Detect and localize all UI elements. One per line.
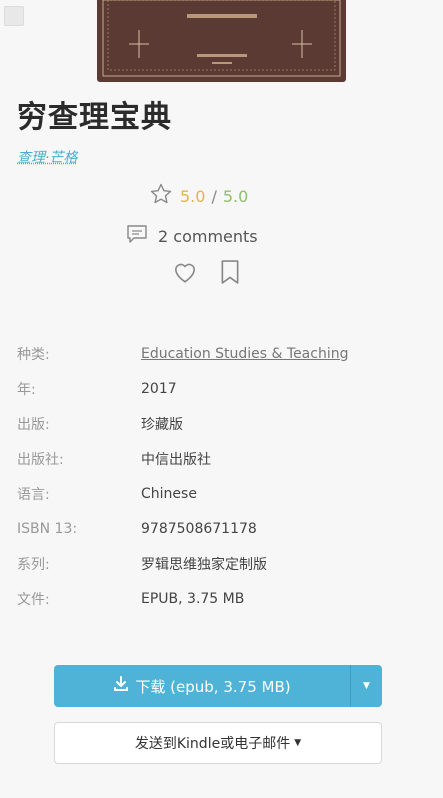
detail-row-year: 年: 2017: [17, 371, 427, 406]
rating-max: 5.0: [222, 186, 249, 206]
rating-separator: /: [211, 186, 217, 206]
detail-row-category: 种类: Education Studies & Teaching: [17, 336, 427, 371]
category-link[interactable]: Education Studies & Teaching: [141, 346, 348, 362]
download-icon: [113, 676, 129, 696]
cover-ornament: [102, 0, 341, 77]
comments-link[interactable]: 2 comments: [126, 224, 258, 248]
bookmark-outline-icon[interactable]: [220, 260, 240, 288]
book-details: 种类: Education Studies & Teaching 年: 2017…: [17, 336, 427, 616]
detail-value: 9787508671178: [141, 520, 257, 537]
detail-value: 2017: [141, 380, 177, 397]
checkbox-placeholder[interactable]: [4, 6, 24, 26]
detail-value: 珍藏版: [141, 416, 183, 433]
book-cover: [97, 0, 346, 82]
caret-down-icon: ▼: [294, 738, 302, 748]
detail-value: 罗辑思维独家定制版: [141, 556, 267, 573]
detail-label: 年:: [17, 381, 36, 398]
detail-row-language: 语言: Chinese: [17, 476, 427, 511]
detail-value: 中信出版社: [141, 451, 211, 468]
heart-outline-icon[interactable]: [172, 260, 198, 288]
detail-row-series: 系列: 罗辑思维独家定制版: [17, 546, 427, 581]
caret-down-icon: ▼: [363, 681, 370, 691]
detail-label: 出版:: [17, 416, 50, 433]
rating-value: 5.0: [180, 186, 206, 206]
download-button-group: 下载 (epub, 3.75 MB) ▼: [54, 665, 382, 707]
detail-row-file: 文件: EPUB, 3.75 MB: [17, 581, 427, 616]
comment-icon: [126, 224, 148, 248]
detail-row-isbn: ISBN 13: 9787508671178: [17, 511, 427, 546]
detail-value: Chinese: [141, 485, 197, 502]
book-title: 穷查理宝典: [17, 100, 172, 135]
book-actions: [172, 260, 240, 288]
author-link[interactable]: 查理·芒格: [17, 147, 77, 167]
kindle-label: 发送到Kindle或电子邮件: [134, 736, 291, 752]
star-outline-icon[interactable]: [148, 182, 174, 210]
comments-label: 2 comments: [158, 226, 258, 246]
detail-row-edition: 出版: 珍藏版: [17, 406, 427, 441]
download-button[interactable]: 下载 (epub, 3.75 MB): [54, 665, 350, 707]
rating: 5.0 / 5.0: [148, 182, 249, 210]
download-label: 下载 (epub, 3.75 MB): [135, 677, 291, 696]
detail-label: 种类:: [17, 346, 50, 363]
detail-row-publisher: 出版社: 中信出版社: [17, 441, 427, 476]
download-options-button[interactable]: ▼: [350, 665, 382, 707]
detail-label: 系列:: [17, 556, 50, 573]
detail-label: 出版社:: [17, 451, 64, 468]
detail-label: ISBN 13:: [17, 520, 78, 537]
detail-value: EPUB, 3.75 MB: [141, 590, 245, 607]
detail-label: 语言:: [17, 486, 50, 503]
send-to-kindle-button[interactable]: 发送到Kindle或电子邮件 ▼: [54, 722, 382, 764]
detail-label: 文件:: [17, 591, 50, 608]
